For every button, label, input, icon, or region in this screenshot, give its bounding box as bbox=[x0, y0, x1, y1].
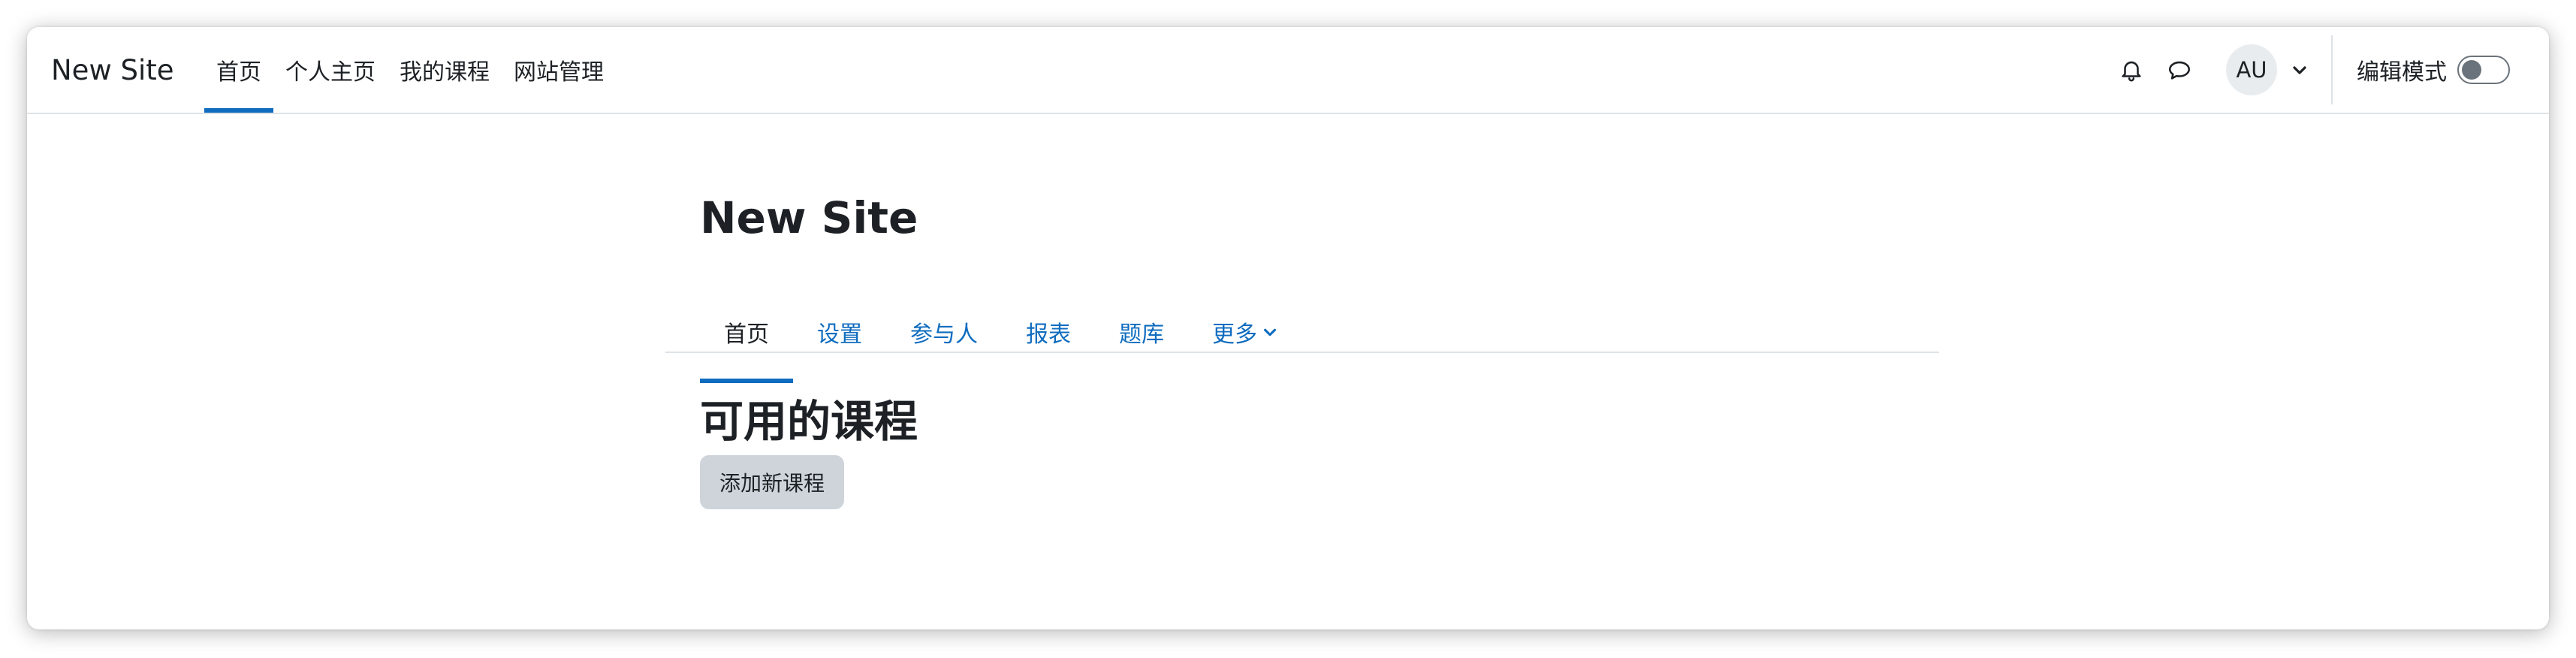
avatar: AU bbox=[2226, 44, 2277, 95]
notifications-button[interactable] bbox=[2107, 46, 2155, 94]
tab-settings[interactable]: 设置 bbox=[793, 284, 886, 380]
primary-navigation: 首页 个人主页 我的课程 网站管理 bbox=[204, 27, 616, 113]
secondary-navigation: 首页 设置 参与人 报表 题库 更多 bbox=[700, 284, 1302, 383]
toggle-knob bbox=[2462, 60, 2481, 80]
nav-item-home[interactable]: 首页 bbox=[204, 27, 273, 113]
site-brand[interactable]: New Site bbox=[51, 27, 174, 113]
tab-reports[interactable]: 报表 bbox=[1002, 284, 1095, 380]
nav-item-site-admin[interactable]: 网站管理 bbox=[502, 27, 616, 113]
nav-item-my-courses[interactable]: 我的课程 bbox=[388, 27, 502, 113]
tab-label: 设置 bbox=[817, 321, 862, 348]
edit-mode-toggle[interactable] bbox=[2457, 56, 2510, 84]
tab-question-bank[interactable]: 题库 bbox=[1095, 284, 1188, 380]
chevron-down-icon bbox=[1262, 324, 1278, 340]
bell-icon bbox=[2122, 61, 2141, 82]
add-new-course-button[interactable]: 添加新课程 bbox=[700, 455, 845, 509]
available-courses-heading: 可用的课程 bbox=[700, 396, 918, 447]
tab-label: 更多 bbox=[1212, 321, 1257, 348]
tab-label: 题库 bbox=[1119, 321, 1164, 348]
tab-participants[interactable]: 参与人 bbox=[886, 284, 1002, 380]
tab-label: 首页 bbox=[724, 321, 769, 348]
navbar-right-tools: AU 编辑模式 bbox=[2107, 27, 2549, 113]
browser-window: New Site 首页 个人主页 我的课程 网站管理 AU 编辑模式 New S… bbox=[27, 27, 2549, 629]
chevron-down-icon bbox=[2285, 55, 2315, 85]
nav-item-label: 网站管理 bbox=[514, 59, 604, 86]
top-navbar: New Site 首页 个人主页 我的课程 网站管理 AU 编辑模式 bbox=[27, 27, 2549, 114]
nav-item-label: 我的课程 bbox=[400, 59, 490, 86]
tab-label: 报表 bbox=[1026, 321, 1071, 348]
nav-item-label: 个人主页 bbox=[285, 59, 376, 86]
chat-bubble-icon bbox=[2168, 61, 2191, 80]
page-title: New Site bbox=[700, 192, 918, 243]
secondary-nav-divider bbox=[665, 352, 1939, 353]
tab-home[interactable]: 首页 bbox=[700, 284, 793, 383]
edit-mode-label: 编辑模式 bbox=[2357, 59, 2447, 86]
tab-more[interactable]: 更多 bbox=[1188, 284, 1302, 380]
edit-mode-control: 编辑模式 bbox=[2333, 53, 2549, 86]
nav-item-label: 首页 bbox=[216, 59, 261, 86]
messages-button[interactable] bbox=[2155, 46, 2203, 94]
tab-label: 参与人 bbox=[910, 321, 978, 348]
nav-item-dashboard[interactable]: 个人主页 bbox=[273, 27, 388, 113]
user-menu-toggle[interactable]: AU bbox=[2226, 44, 2315, 95]
